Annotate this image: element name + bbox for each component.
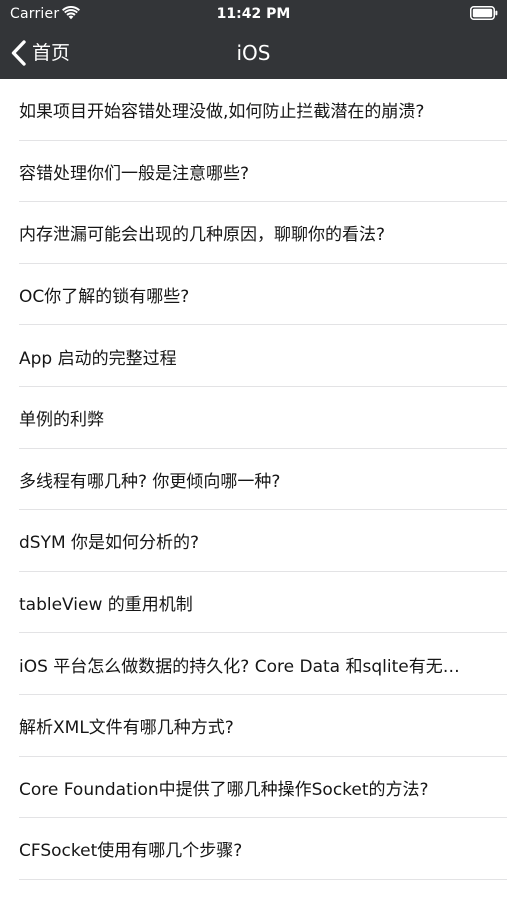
list-item[interactable]: 单例的利弊 (0, 387, 507, 449)
battery-icon (470, 6, 498, 20)
list-item-label: App 启动的完整过程 (19, 348, 177, 369)
list-item[interactable]: iOS 平台怎么做数据的持久化? Core Data 和sqlite有无… (0, 633, 507, 695)
list-item[interactable]: App 启动的完整过程 (0, 325, 507, 387)
list-item[interactable]: Core Foundation中提供了哪几种操作Socket的方法? (0, 757, 507, 819)
list-item[interactable]: 解析XML文件有哪几种方式? (0, 695, 507, 757)
list-item-label: 内存泄漏可能会出现的几种原因，聊聊你的看法? (19, 225, 386, 246)
list-item-label: 如果项目开始容错处理没做,如何防止拦截潜在的崩溃? (19, 102, 425, 123)
list-item-label: 容错处理你们一般是注意哪些? (19, 163, 250, 184)
list-item[interactable]: OC你了解的锁有哪些? (0, 264, 507, 326)
list-item-label: CFSocket使用有哪几个步骤? (19, 841, 243, 862)
list-item-label: OC你了解的锁有哪些? (19, 287, 190, 308)
list-item[interactable]: 内存泄漏可能会出现的几种原因，聊聊你的看法? (0, 202, 507, 264)
list-item-label: 解析XML文件有哪几种方式? (19, 718, 234, 739)
status-bar: Carrier 11:42 PM (0, 0, 507, 28)
list-item[interactable]: 容错处理你们一般是注意哪些? (0, 141, 507, 203)
list-item[interactable]: 多线程有哪几种? 你更倾向哪一种? (0, 449, 507, 511)
list-item[interactable]: dSYM 你是如何分析的? (0, 510, 507, 572)
page-title: iOS (236, 41, 271, 65)
list-item[interactable]: tableView 的重用机制 (0, 572, 507, 634)
list-item-label: dSYM 你是如何分析的? (19, 533, 200, 554)
top-bar: Carrier 11:42 PM 首页 iOS (0, 0, 507, 79)
list-item[interactable]: CFSocket使用有哪几个步骤? (0, 818, 507, 880)
question-list: 如果项目开始容错处理没做,如何防止拦截潜在的崩溃? 容错处理你们一般是注意哪些?… (0, 79, 507, 880)
list-item[interactable]: 如果项目开始容错处理没做,如何防止拦截潜在的崩溃? (0, 79, 507, 141)
list-item-label: tableView 的重用机制 (19, 595, 193, 616)
list-item-label: 多线程有哪几种? 你更倾向哪一种? (19, 471, 281, 492)
list-item-label: iOS 平台怎么做数据的持久化? Core Data 和sqlite有无… (19, 656, 460, 677)
navigation-bar: 首页 iOS (0, 28, 507, 79)
list-item-label: 单例的利弊 (19, 410, 104, 431)
list-item-label: Core Foundation中提供了哪几种操作Socket的方法? (19, 779, 429, 800)
status-time: 11:42 PM (216, 6, 291, 22)
